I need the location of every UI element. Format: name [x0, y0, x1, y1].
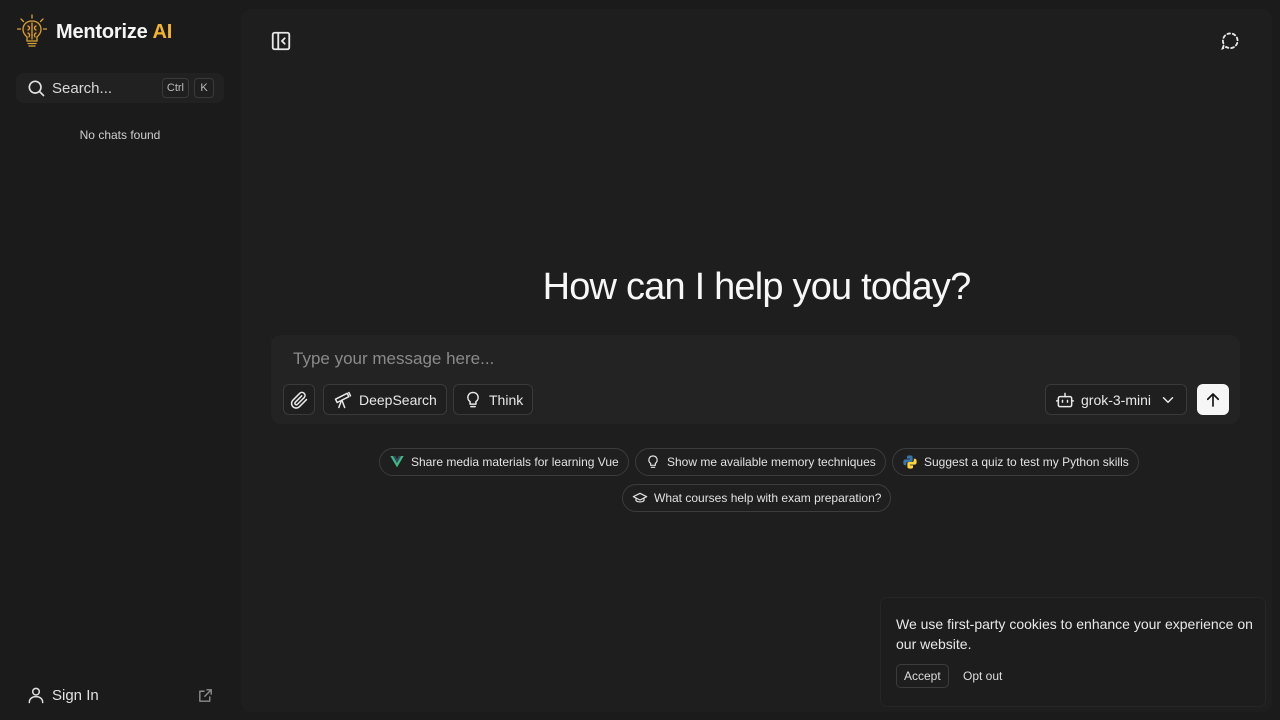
lightbulb-icon: [648, 455, 658, 468]
suggestion-memory[interactable]: Show me available memory techniques: [635, 448, 886, 476]
suggestion-python[interactable]: Suggest a quiz to test my Python skills: [892, 448, 1139, 476]
sidebar: Mentorize AI Search... Ctrl K No chats fo…: [0, 0, 240, 720]
opt-out-link[interactable]: Opt out: [963, 669, 1002, 683]
user-icon: [28, 687, 44, 704]
external-link-icon[interactable]: [197, 687, 214, 704]
deepsearch-button[interactable]: DeepSearch: [323, 384, 447, 415]
new-chat-icon[interactable]: [1219, 30, 1241, 52]
suggestion-label: Suggest a quiz to test my Python skills: [924, 455, 1129, 469]
sign-in-label: Sign In: [52, 686, 99, 704]
lightbulb-brain-icon: [17, 14, 47, 47]
model-select[interactable]: grok-3-mini: [1045, 384, 1188, 415]
think-button[interactable]: Think: [453, 384, 534, 415]
model-label: grok-3-mini: [1081, 391, 1152, 408]
suggestion-label: What courses help with exam preparation?: [654, 491, 882, 505]
attach-button[interactable]: [283, 384, 315, 415]
shortcut-ctrl-key: Ctrl: [161, 78, 189, 98]
graduation-cap-icon: [632, 492, 648, 503]
arrow-up-icon: [1206, 392, 1220, 407]
search-icon: [28, 80, 45, 97]
search-shortcut: Ctrl K: [161, 78, 214, 98]
cookie-message: We use first-party cookies to enhance yo…: [896, 616, 1253, 652]
suggestion-vue[interactable]: Share media materials for learning Vue: [379, 448, 629, 476]
cookie-banner: We use first-party cookies to enhance yo…: [881, 598, 1265, 706]
send-button[interactable]: [1197, 384, 1229, 415]
vue-icon: [390, 456, 404, 468]
paperclip-icon: [290, 391, 308, 409]
think-label: Think: [489, 391, 524, 408]
page-title: How can I help you today?: [542, 266, 972, 308]
robot-icon: [1055, 392, 1075, 407]
shortcut-k-key: K: [194, 78, 214, 98]
accept-cookies-button[interactable]: Accept: [896, 664, 949, 688]
python-icon: [903, 455, 917, 469]
message-composer: DeepSearch Think grok-3-mini: [271, 335, 1240, 424]
chevron-down-icon: [1162, 396, 1174, 403]
lightbulb-icon: [467, 391, 479, 407]
search-button[interactable]: Search... Ctrl K: [16, 73, 224, 103]
sign-in-button[interactable]: Sign In: [26, 685, 99, 705]
chat-list-empty-state: No chats found: [79, 128, 161, 142]
message-input[interactable]: [271, 335, 1240, 383]
brand[interactable]: Mentorize AI: [17, 14, 172, 50]
suggestion-label: Show me available memory techniques: [667, 455, 876, 469]
search-label: Search...: [52, 79, 113, 97]
suggestion-exam[interactable]: What courses help with exam preparation?: [622, 484, 892, 512]
telescope-icon: [334, 391, 352, 408]
deepsearch-label: DeepSearch: [359, 391, 437, 408]
brand-name: Mentorize AI: [56, 20, 173, 43]
suggestion-label: Share media materials for learning Vue: [411, 455, 619, 469]
sidebar-toggle-icon[interactable]: [270, 30, 292, 52]
